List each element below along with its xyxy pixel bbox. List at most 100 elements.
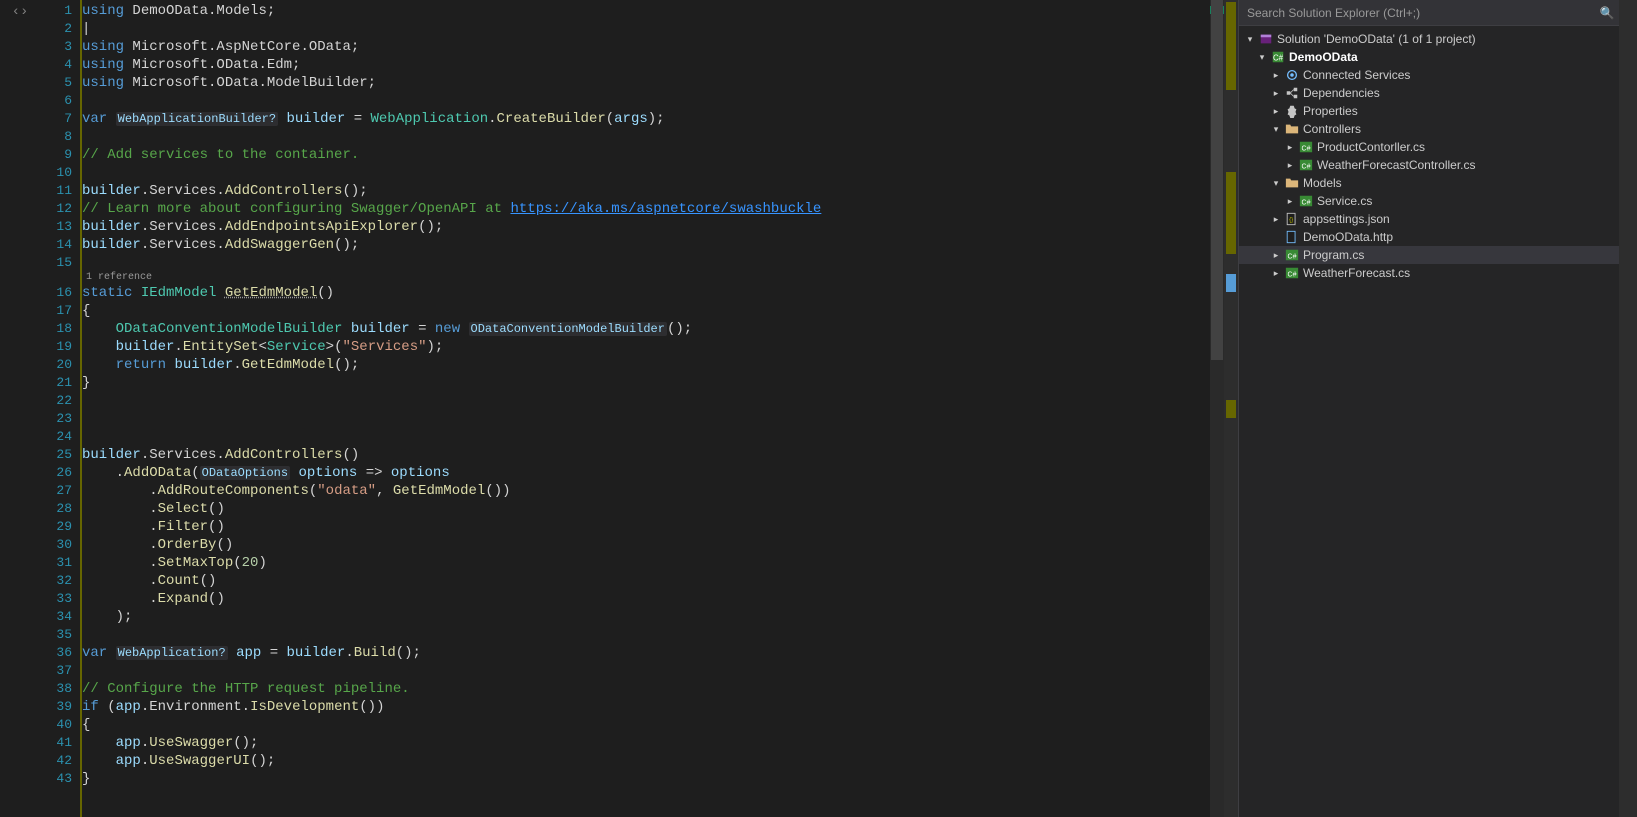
code-line[interactable]: app.UseSwaggerUI(); <box>82 752 1224 770</box>
chevron-right-icon[interactable]: ▸ <box>1269 70 1283 81</box>
code-line[interactable]: using Microsoft.OData.ModelBuilder; <box>82 74 1224 92</box>
code-line[interactable]: | <box>82 20 1224 38</box>
code-line[interactable]: ); <box>82 608 1224 626</box>
line-number[interactable]: 17 <box>40 302 72 320</box>
code-line[interactable]: .Count() <box>82 572 1224 590</box>
code-line[interactable] <box>82 662 1224 680</box>
code-line[interactable]: builder.Services.AddControllers(); <box>82 182 1224 200</box>
line-number[interactable]: 40 <box>40 716 72 734</box>
code-line[interactable]: .Expand() <box>82 590 1224 608</box>
line-number[interactable]: 14 <box>40 236 72 254</box>
line-number[interactable]: 42 <box>40 752 72 770</box>
code-line[interactable]: // Learn more about configuring Swagger/… <box>82 200 1224 218</box>
line-number[interactable]: 43 <box>40 770 72 788</box>
tree-item-appsettings-json[interactable]: ▸{}appsettings.json <box>1239 210 1619 228</box>
line-number[interactable]: 24 <box>40 428 72 446</box>
code-line[interactable]: .AddRouteComponents("odata", GetEdmModel… <box>82 482 1224 500</box>
vertical-scrollbar[interactable] <box>1210 0 1224 817</box>
code-line[interactable]: builder.EntitySet<Service>("Services"); <box>82 338 1224 356</box>
line-number[interactable]: 19 <box>40 338 72 356</box>
code-line[interactable] <box>82 128 1224 146</box>
line-number[interactable]: 30 <box>40 536 72 554</box>
chevron-right-icon[interactable]: ▸ <box>1283 196 1297 207</box>
line-number[interactable]: 27 <box>40 482 72 500</box>
line-number[interactable]: 28 <box>40 500 72 518</box>
line-number[interactable]: 9 <box>40 146 72 164</box>
code-line[interactable]: { <box>82 302 1224 320</box>
code-line[interactable]: ▾if (app.Environment.IsDevelopment()) <box>82 698 1224 716</box>
code-line[interactable]: // Add services to the container. <box>82 146 1224 164</box>
solution-tree[interactable]: ▾Solution 'DemoOData' (1 of 1 project)▾C… <box>1239 26 1619 817</box>
code-line[interactable]: var WebApplicationBuilder? builder = Web… <box>82 110 1224 128</box>
tree-item-productcontorller-cs[interactable]: ▸C#ProductContorller.cs <box>1239 138 1619 156</box>
code-line[interactable] <box>82 626 1224 644</box>
code-line[interactable]: builder.Services.AddControllers() <box>82 446 1224 464</box>
line-number[interactable]: 12 <box>40 200 72 218</box>
code-line[interactable]: .OrderBy() <box>82 536 1224 554</box>
code-line[interactable]: .SetMaxTop(20) <box>82 554 1224 572</box>
scrollbar-thumb[interactable] <box>1211 0 1223 360</box>
line-number[interactable]: 35 <box>40 626 72 644</box>
code-line[interactable]: return builder.GetEdmModel(); <box>82 356 1224 374</box>
line-number[interactable]: 7 <box>40 110 72 128</box>
code-line[interactable]: { <box>82 716 1224 734</box>
line-number[interactable]: 23 <box>40 410 72 428</box>
line-number[interactable]: 31 <box>40 554 72 572</box>
code-line[interactable]: // Configure the HTTP request pipeline. <box>82 680 1224 698</box>
code-line[interactable]: builder.Services.AddEndpointsApiExplorer… <box>82 218 1224 236</box>
tree-item-weatherforecast-cs[interactable]: ▸C#WeatherForecast.cs <box>1239 264 1619 282</box>
line-number[interactable]: 10 <box>40 164 72 182</box>
code-line[interactable]: .Filter() <box>82 518 1224 536</box>
code-line[interactable]: builder.Services.AddSwaggerGen(); <box>82 236 1224 254</box>
code-line[interactable] <box>82 392 1224 410</box>
line-number[interactable]: 11 <box>40 182 72 200</box>
chevron-right-icon[interactable]: ▸ <box>1269 268 1283 279</box>
tree-item-demoodata-http[interactable]: ▸DemoOData.http <box>1239 228 1619 246</box>
code-line[interactable]: ▾static IEdmModel GetEdmModel() <box>82 284 1224 302</box>
line-number[interactable]: 21 <box>40 374 72 392</box>
line-number[interactable]: 41 <box>40 734 72 752</box>
line-number[interactable]: 39 <box>40 698 72 716</box>
chevron-down-icon[interactable]: ▾ <box>1269 124 1283 135</box>
solution-search-box[interactable]: Search Solution Explorer (Ctrl+;) 🔍 <box>1239 0 1619 26</box>
line-number[interactable]: 5 <box>40 74 72 92</box>
line-number[interactable]: 25 <box>40 446 72 464</box>
line-number[interactable]: 8 <box>40 128 72 146</box>
code-line[interactable]: ▾using DemoOData.Models; <box>82 2 1224 20</box>
line-number-gutter[interactable]: 1234567891011121314151617181920212223242… <box>40 0 80 817</box>
line-number[interactable]: 36 <box>40 644 72 662</box>
code-line[interactable]: using Microsoft.AspNetCore.OData; <box>82 38 1224 56</box>
tree-item-connected-services[interactable]: ▸Connected Services <box>1239 66 1619 84</box>
chevron-right-icon[interactable]: ▸ <box>1269 214 1283 225</box>
search-icon[interactable]: 🔍 <box>1595 6 1619 20</box>
chevron-right-icon[interactable]: ▸ <box>1269 106 1283 117</box>
code-line[interactable]: } <box>82 770 1224 788</box>
tree-item-solution-demoodata-1-of-1-project[interactable]: ▾Solution 'DemoOData' (1 of 1 project) <box>1239 30 1619 48</box>
line-number[interactable]: 34 <box>40 608 72 626</box>
line-number[interactable]: 2 <box>40 20 72 38</box>
code-line[interactable] <box>82 254 1224 272</box>
line-number[interactable]: 15 <box>40 254 72 272</box>
tree-item-dependencies[interactable]: ▸Dependencies <box>1239 84 1619 102</box>
tree-item-weatherforecastcontroller-cs[interactable]: ▸C#WeatherForecastController.cs <box>1239 156 1619 174</box>
codelens-references[interactable]: 1 reference <box>82 272 1224 284</box>
code-line[interactable] <box>82 410 1224 428</box>
code-line[interactable]: ODataConventionModelBuilder builder = ne… <box>82 320 1224 338</box>
chevron-down-icon[interactable]: ▾ <box>1255 52 1269 63</box>
code-line[interactable] <box>82 92 1224 110</box>
line-number[interactable]: 29 <box>40 518 72 536</box>
line-number[interactable]: 1 <box>40 2 72 20</box>
tree-item-service-cs[interactable]: ▸C#Service.cs <box>1239 192 1619 210</box>
code-text-area[interactable]: ▾using DemoOData.Models;|using Microsoft… <box>80 0 1224 817</box>
code-line[interactable]: .AddOData(ODataOptions options => option… <box>82 464 1224 482</box>
code-line[interactable]: var WebApplication? app = builder.Build(… <box>82 644 1224 662</box>
chevron-down-icon[interactable]: ▾ <box>1269 178 1283 189</box>
tree-item-program-cs[interactable]: ▸C#Program.cs <box>1239 246 1619 264</box>
line-number[interactable]: 22 <box>40 392 72 410</box>
chevron-right-icon[interactable]: ▸ <box>1283 160 1297 171</box>
line-number[interactable]: 26 <box>40 464 72 482</box>
line-number[interactable]: 20 <box>40 356 72 374</box>
code-line[interactable] <box>82 164 1224 182</box>
line-number[interactable]: 4 <box>40 56 72 74</box>
chevron-down-icon[interactable]: ▾ <box>1243 34 1257 45</box>
